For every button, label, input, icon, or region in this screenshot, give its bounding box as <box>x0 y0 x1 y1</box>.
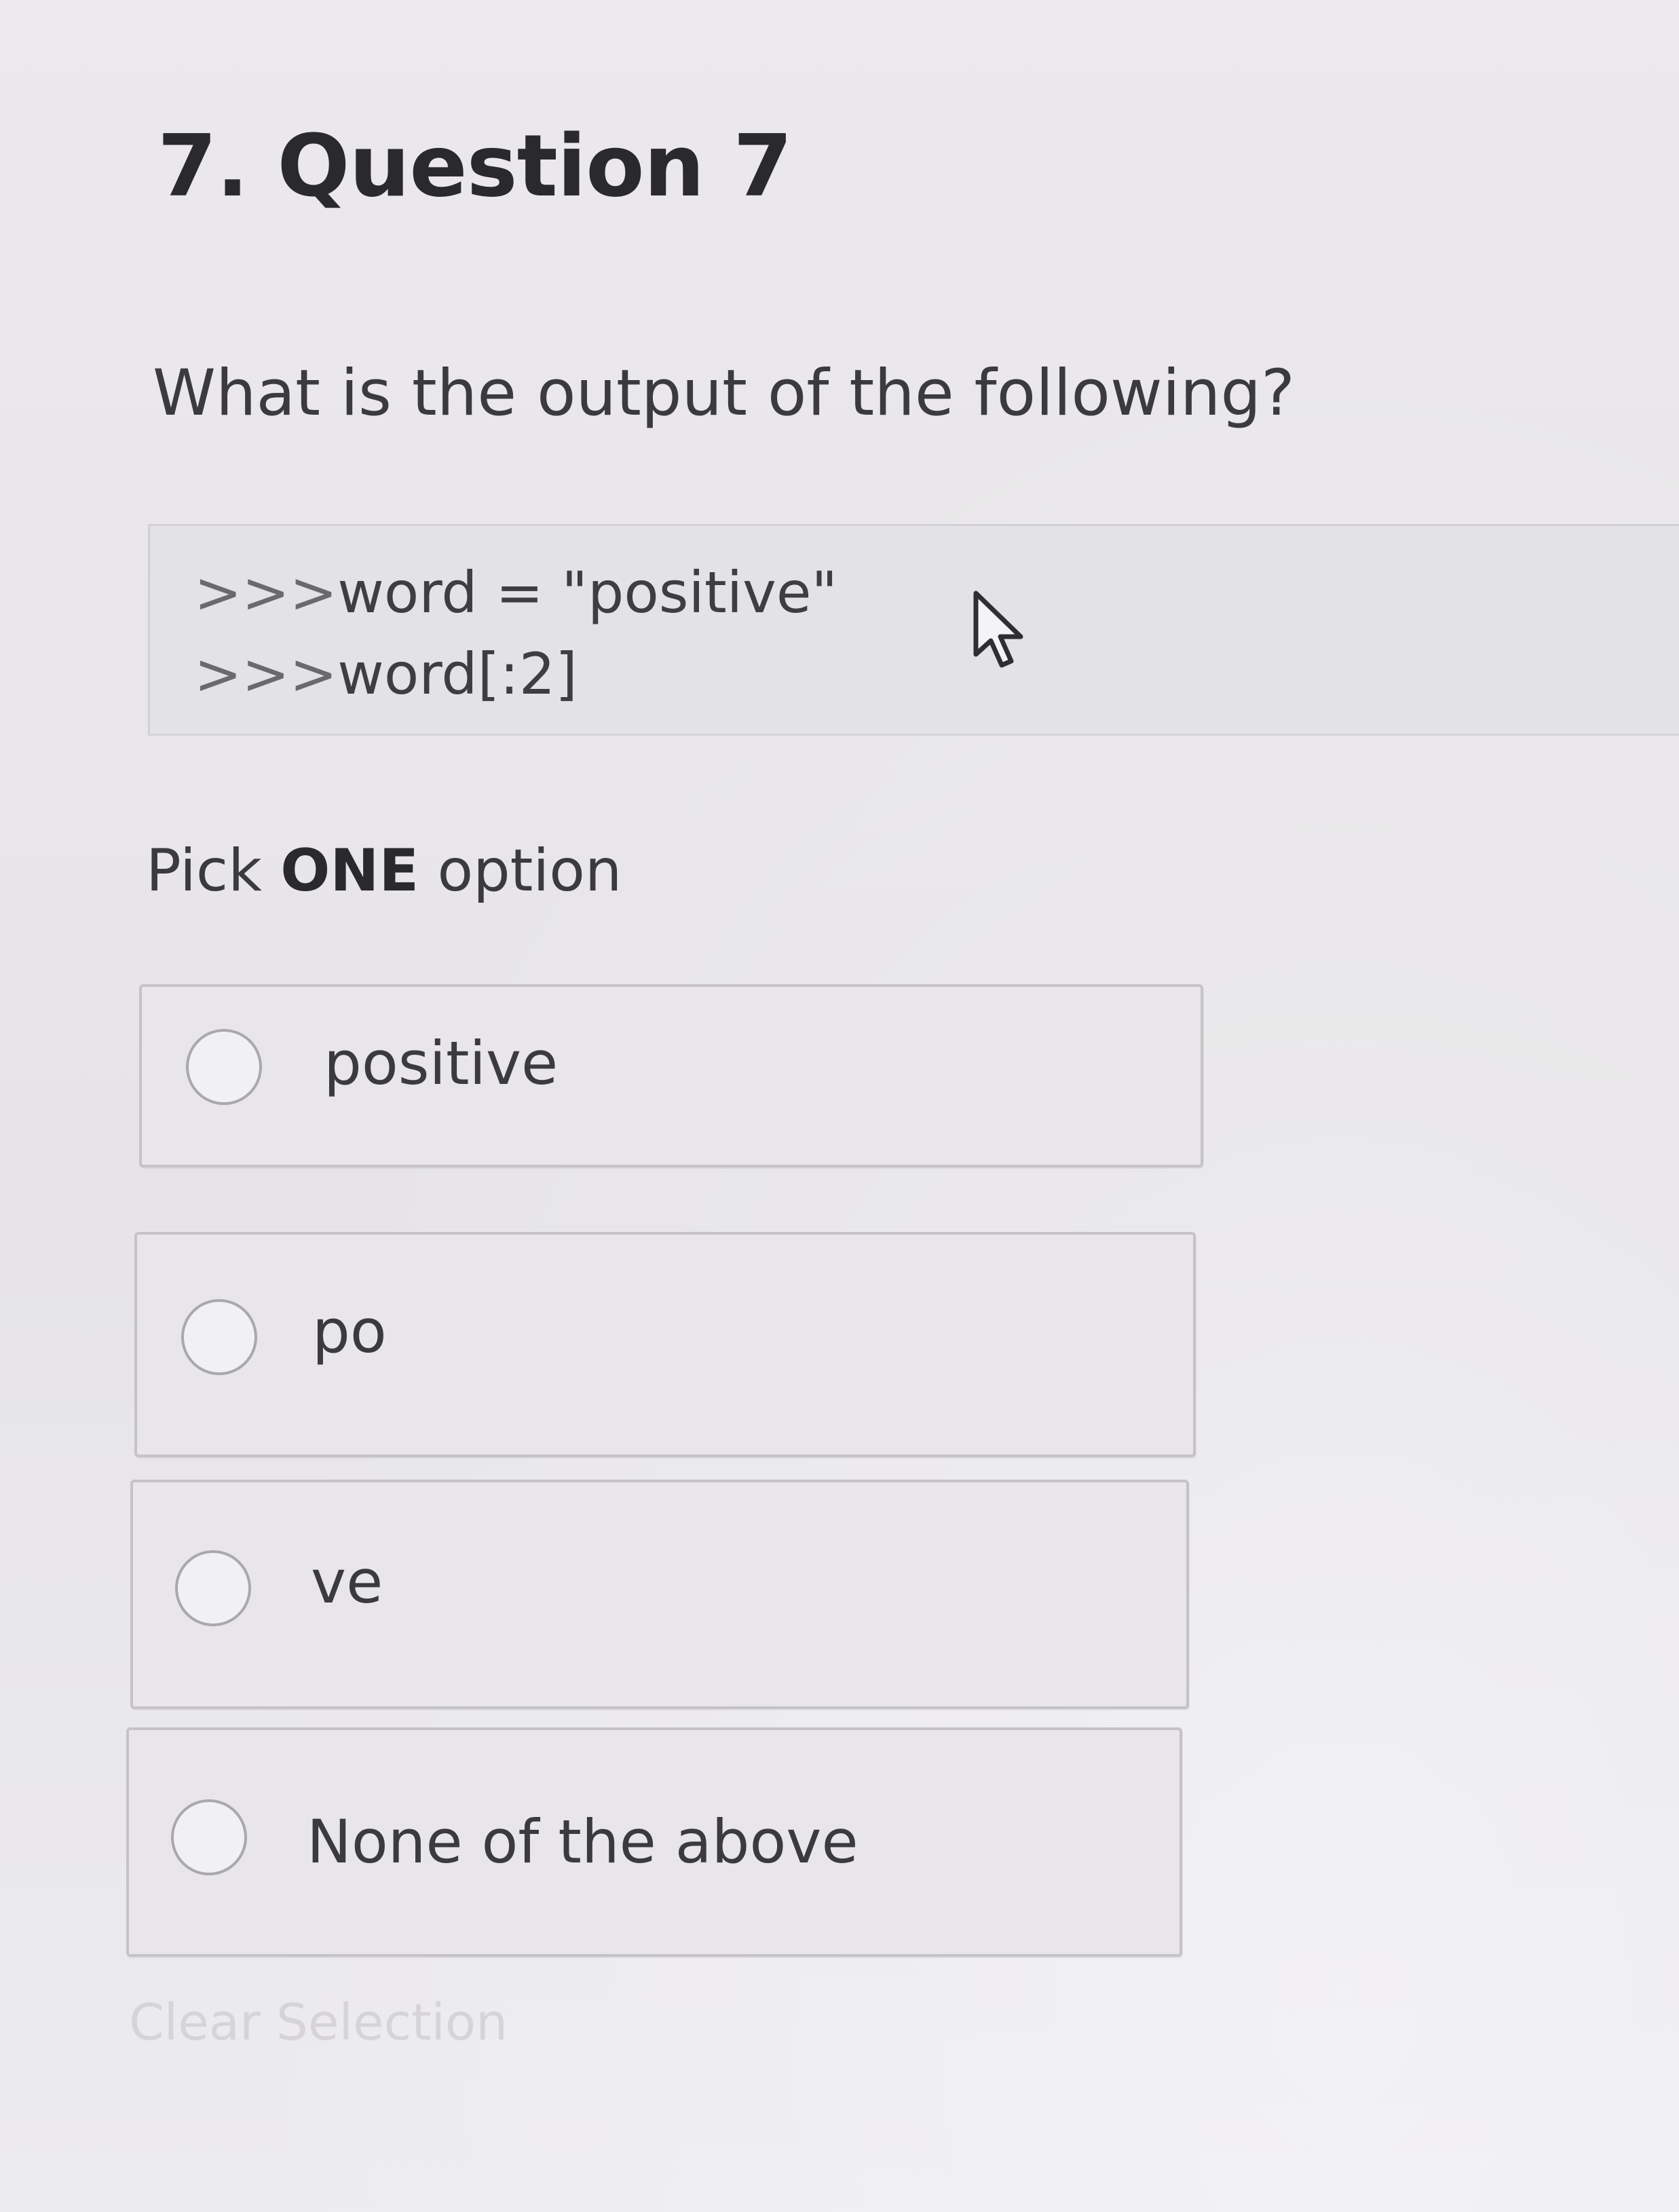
option-label[interactable]: None of the above <box>307 1805 859 1879</box>
radio-button-icon[interactable] <box>181 1299 257 1375</box>
option-po[interactable]: po <box>134 1232 1196 1457</box>
radio-button-icon[interactable] <box>171 1799 247 1875</box>
code-line: >>>word = "positive" <box>194 559 837 626</box>
instruction-text: Pick ONE option <box>146 833 622 908</box>
option-positive[interactable]: positive <box>139 984 1203 1167</box>
code-text: word = "positive" <box>337 559 838 626</box>
option-ve[interactable]: ve <box>130 1480 1189 1709</box>
option-label[interactable]: ve <box>311 1545 383 1619</box>
clear-selection-link[interactable]: Clear Selection <box>129 1992 508 2053</box>
question-prompt: What is the output of the following? <box>153 356 1296 430</box>
instruction-suffix: option <box>419 837 622 905</box>
option-label[interactable]: po <box>312 1294 387 1369</box>
radio-button-icon[interactable] <box>175 1550 251 1626</box>
question-title: 7. Question 7 <box>157 116 793 216</box>
instruction-prefix: Pick <box>146 837 281 905</box>
mouse-pointer-icon <box>973 591 1023 668</box>
code-line: >>>word[:2] <box>194 640 578 708</box>
option-label[interactable]: positive <box>324 1026 558 1101</box>
radio-button-icon[interactable] <box>186 1029 262 1105</box>
option-none-of-the-above[interactable]: None of the above <box>126 1727 1182 1957</box>
instruction-emphasis: ONE <box>280 837 419 905</box>
code-prompt-symbol: >>> <box>194 641 338 707</box>
code-block: >>>word = "positive" >>>word[:2] <box>148 524 1679 736</box>
code-prompt-symbol: >>> <box>194 559 338 626</box>
code-text: word[:2] <box>337 641 578 707</box>
